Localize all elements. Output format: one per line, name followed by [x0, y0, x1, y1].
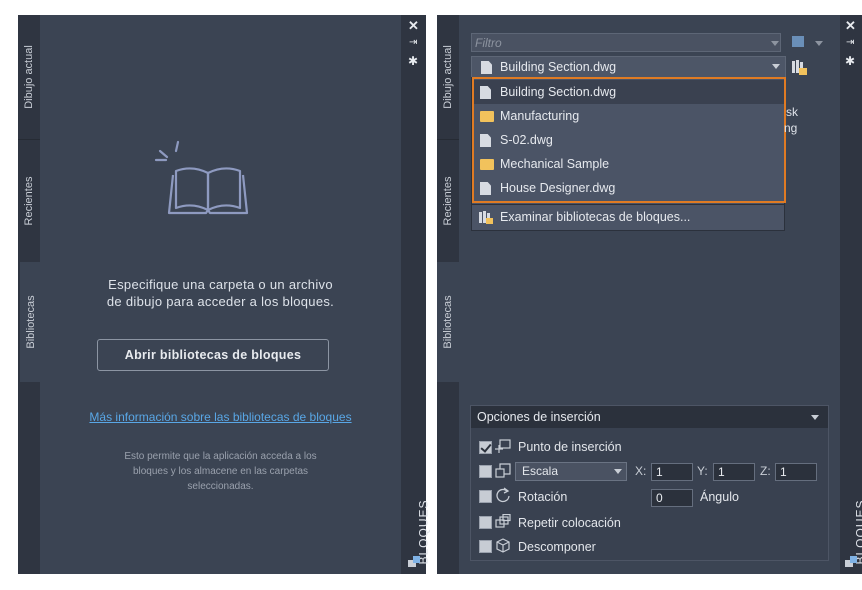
insertion-options-title: Opciones de inserción — [477, 410, 601, 424]
library-selector-value: Building Section.dwg — [500, 60, 617, 74]
browse-library-icon — [479, 211, 493, 224]
scale-mode-select[interactable]: Escala — [515, 462, 627, 481]
x-label: X: — [635, 464, 647, 478]
repeat-placement-label: Repetir colocación — [518, 516, 621, 530]
insertion-point-checkbox[interactable] — [479, 441, 492, 454]
note-line-2: bloques y los almacene en las carpetas — [132, 466, 309, 477]
auto-hide-icon[interactable]: ⇥ — [846, 37, 854, 48]
insertion-options-panel: Opciones de inserción Punto de inserción… — [470, 405, 829, 561]
hidden-item-text: ng — [784, 121, 798, 135]
open-block-libraries-button[interactable]: Abrir bibliotecas de bloques — [97, 339, 329, 371]
tab-libraries-label: Bibliotecas — [442, 295, 454, 349]
hint-line-2: de dibujo para acceder a los bloques. — [106, 294, 335, 309]
scale-checkbox[interactable] — [479, 465, 492, 478]
collapse-arrow-icon[interactable] — [811, 415, 819, 420]
rotation-label: Rotación — [518, 490, 568, 504]
close-icon[interactable]: ✕ — [845, 18, 856, 34]
angle-input[interactable]: 0 — [651, 489, 693, 507]
tab-libraries[interactable]: Bibliotecas — [18, 262, 42, 382]
note-line-1: Esto permite que la aplicación acceda a … — [124, 451, 317, 462]
left-tab-strip: Dibujo actual Recientes Bibliotecas — [18, 15, 42, 574]
insertion-point-label: Punto de inserción — [518, 440, 622, 454]
rotation-icon — [496, 487, 510, 503]
explode-icon — [496, 538, 510, 553]
filter-dropdown-arrow-icon[interactable] — [771, 41, 779, 46]
block-palette-icon — [408, 556, 420, 567]
tab-recent-label: Recientes — [442, 176, 454, 226]
dropdown-highlight-frame — [472, 77, 786, 203]
tab-recent-label: Recientes — [23, 176, 35, 226]
explode-label: Descomponer — [518, 540, 596, 554]
hint-line-1: Especifique una carpeta o un archivo — [108, 277, 333, 292]
learn-more-link[interactable]: Más información sobre las bibliotecas de… — [40, 410, 401, 424]
tab-current-drawing[interactable]: Dibujo actual — [437, 15, 459, 138]
repeat-placement-icon — [495, 514, 511, 528]
tab-libraries[interactable]: Bibliotecas — [437, 262, 459, 382]
insertion-options-header[interactable]: Opciones de inserción — [471, 406, 828, 428]
y-label: Y: — [697, 464, 708, 478]
rotation-checkbox[interactable] — [479, 490, 492, 503]
block-palette-icon — [845, 556, 857, 567]
tab-current-drawing-label: Dibujo actual — [442, 44, 454, 109]
browse-library-icon[interactable] — [790, 58, 808, 76]
browse-libraries-item[interactable]: Examinar bibliotecas de bloques... — [472, 205, 784, 229]
empty-state-hint: Especifique una carpeta o un archivo de … — [40, 276, 401, 310]
filter-input[interactable]: Filtro — [471, 33, 781, 52]
settings-gear-icon[interactable]: ✱ — [408, 54, 418, 68]
scale-z-input[interactable]: 1 — [775, 463, 817, 481]
tab-recent[interactable]: Recientes — [437, 139, 459, 262]
file-icon — [481, 61, 492, 74]
scale-y-input[interactable]: 1 — [713, 463, 755, 481]
repeat-placement-checkbox[interactable] — [479, 516, 492, 529]
note-line-3: seleccionadas. — [187, 481, 254, 492]
close-icon[interactable]: ✕ — [408, 18, 419, 34]
tab-libraries-label: Bibliotecas — [25, 295, 37, 349]
settings-gear-icon[interactable]: ✱ — [845, 54, 855, 68]
z-label: Z: — [760, 464, 771, 478]
permission-note: Esto permite que la aplicación acceda a … — [40, 449, 401, 494]
angle-label: Ángulo — [700, 490, 739, 504]
open-book-icon — [154, 140, 249, 215]
right-main-area: Filtro Building Section.dwg Building Sec… — [459, 15, 840, 574]
browse-libraries-label: Examinar bibliotecas de bloques... — [500, 210, 691, 224]
left-title-bar: ✕ ⇥ ✱ BLOQUES — [401, 15, 431, 574]
library-selector[interactable]: Building Section.dwg — [471, 56, 786, 79]
explode-checkbox[interactable] — [479, 540, 492, 553]
right-title-bar: ✕ ⇥ ✱ BLOQUES — [840, 15, 862, 574]
view-mode-arrow-icon[interactable] — [815, 41, 823, 46]
scale-mode-arrow-icon[interactable] — [614, 469, 622, 474]
scale-icon — [495, 463, 511, 478]
library-selector-arrow-icon[interactable] — [772, 64, 780, 69]
scale-x-input[interactable]: 1 — [651, 463, 693, 481]
auto-hide-icon[interactable]: ⇥ — [409, 37, 417, 48]
tab-recent[interactable]: Recientes — [18, 139, 40, 262]
view-mode-icon[interactable] — [792, 36, 804, 47]
hidden-item-text: sk — [786, 105, 798, 119]
tab-current-drawing[interactable]: Dibujo actual — [18, 15, 40, 138]
scale-mode-value: Escala — [522, 464, 559, 478]
insertion-point-icon — [495, 439, 511, 453]
right-tab-strip: Dibujo actual Recientes Bibliotecas — [437, 15, 459, 574]
tab-current-drawing-label: Dibujo actual — [23, 44, 35, 109]
left-main-area: Especifique una carpeta o un archivo de … — [40, 15, 401, 574]
